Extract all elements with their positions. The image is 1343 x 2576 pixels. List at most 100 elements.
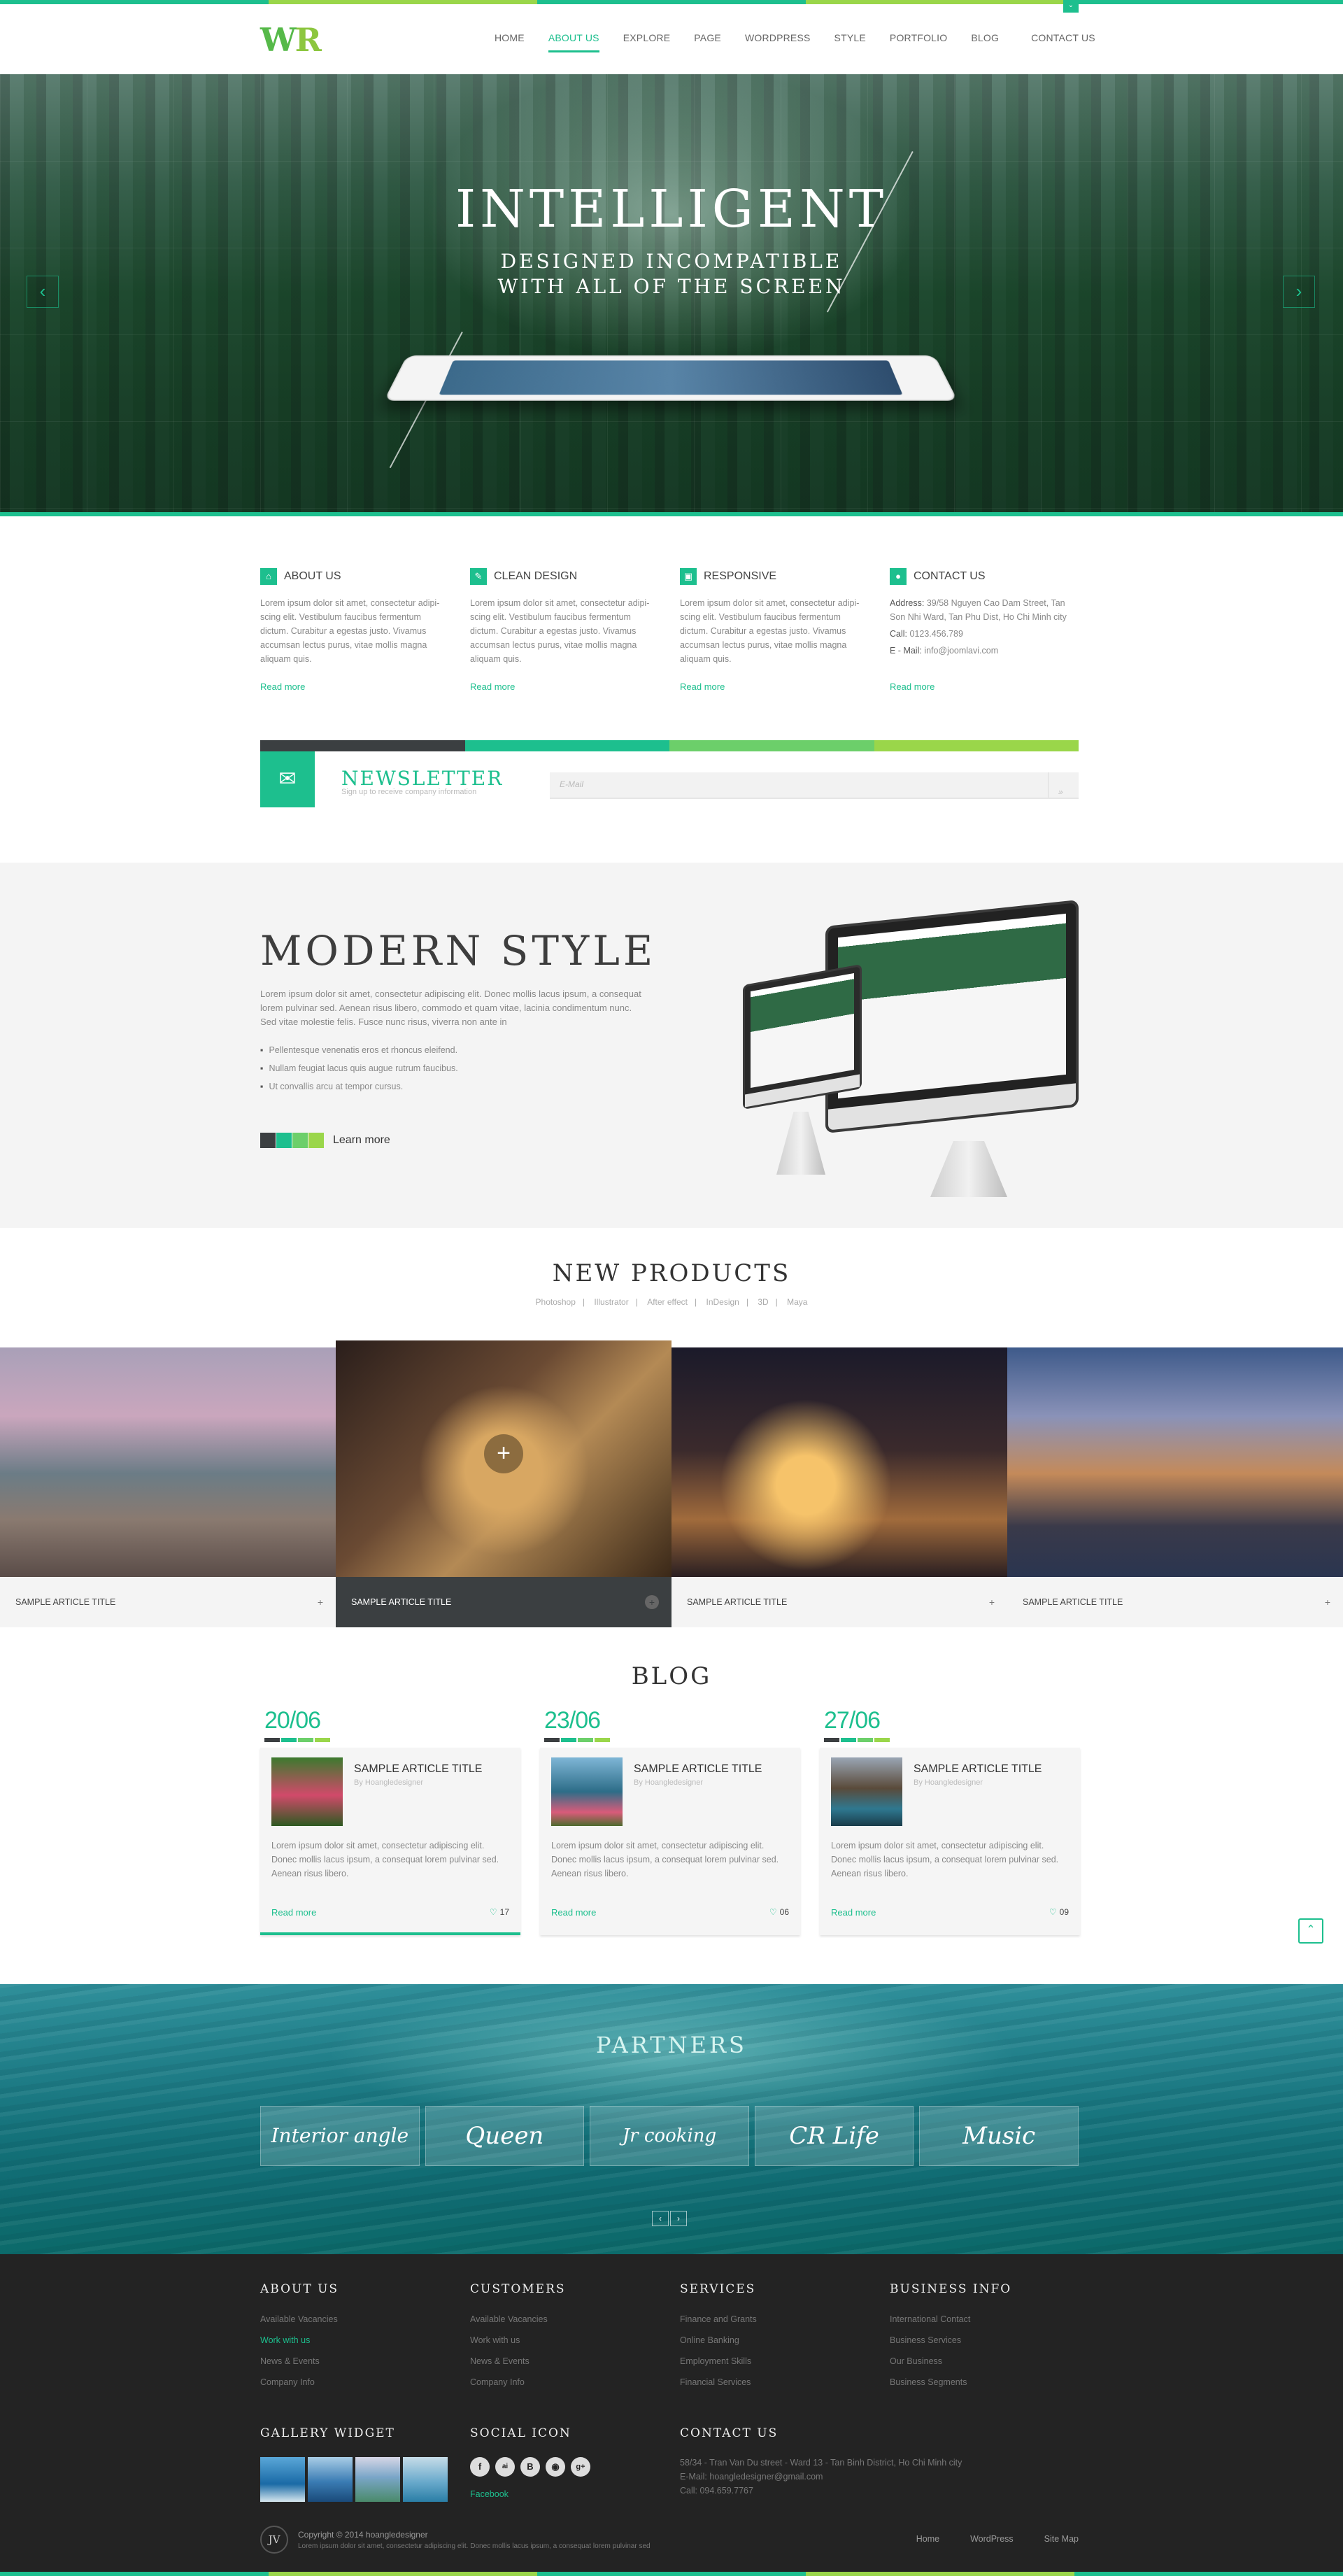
footer-link[interactable]: Online Banking [680,2330,757,2351]
footer-heading: ABOUT US [260,2282,339,2296]
header-toggle-icon[interactable]: ⌄ [1063,0,1079,13]
like-count[interactable]: ♡ 06 [769,1907,789,1917]
plus-icon[interactable]: + [989,1577,995,1627]
read-more-link[interactable]: Read more [890,681,935,692]
footer-link-home[interactable]: Home [916,2534,939,2544]
contact-address: Address: 39/58 Nguyen Cao Dam Street, Ta… [890,598,1067,622]
main-nav: HOME ABOUT US EXPLORE PAGE WORDPRESS STY… [483,32,1107,52]
partner-logo[interactable]: Interior angle [260,2106,420,2166]
modern-text: Lorem ipsum dolor sit amet, consectetur … [260,989,641,1027]
post-thumbnail[interactable] [831,1757,902,1826]
footer-link[interactable]: Available Vacancies [470,2309,566,2330]
nav-portfolio[interactable]: PORTFOLIO [878,32,959,43]
footer-link[interactable]: Available Vacancies [260,2309,339,2330]
post-title[interactable]: SAMPLE ARTICLE TITLE [634,1763,762,1776]
partner-logo[interactable]: Queen [425,2106,585,2166]
filter-after-effect[interactable]: After effect [647,1297,688,1307]
nav-explore[interactable]: EXPLORE [611,32,683,43]
ai-icon[interactable]: ai [495,2457,515,2477]
footer-link[interactable]: Work with us [260,2330,339,2351]
logo[interactable]: WR [260,21,322,59]
nav-wordpress[interactable]: WORDPRESS [733,32,823,43]
post-thumbnail[interactable] [551,1757,623,1826]
learn-more-button[interactable]: Learn more [260,1133,390,1148]
footer-link[interactable]: Our Business [890,2351,1011,2372]
footer-link-sitemap[interactable]: Site Map [1044,2534,1079,2544]
partner-logo[interactable]: Jr cooking [590,2106,749,2166]
zoom-plus-icon[interactable]: + [484,1434,523,1473]
gallery-thumbnail[interactable] [308,2457,353,2502]
plus-icon[interactable]: + [318,1577,323,1627]
gallery-thumbnail[interactable] [260,2457,305,2502]
filter-3d[interactable]: 3D [758,1297,768,1307]
product-title: SAMPLE ARTICLE TITLE [687,1597,788,1607]
slider-next-button[interactable]: › [1283,276,1315,308]
footer-link[interactable]: Business Services [890,2330,1011,2351]
nav-page[interactable]: PAGE [682,32,733,43]
partner-logo[interactable]: CR Life [754,2106,914,2166]
blogger-icon[interactable]: B [520,2457,540,2477]
partners-next-button[interactable]: › [670,2211,687,2226]
footer-link[interactable]: News & Events [260,2351,339,2372]
feature-contact-us: ● CONTACT US Address: 39/58 Nguyen Cao Da… [890,568,1072,692]
product-card[interactable]: SAMPLE ARTICLE TITLE + [0,1347,336,1627]
nav-home[interactable]: HOME [483,32,537,43]
footer-link[interactable]: News & Events [470,2351,566,2372]
footer-link[interactable]: Company Info [260,2372,339,2393]
footer-link-wordpress[interactable]: WordPress [970,2534,1014,2544]
gallery-thumbnail[interactable] [355,2457,400,2502]
post-thumbnail[interactable] [271,1757,343,1826]
product-card[interactable]: + SAMPLE ARTICLE TITLE + [336,1340,672,1627]
facebook-icon[interactable]: f [470,2457,490,2477]
back-to-top-button[interactable]: ⌃ [1298,1918,1323,1944]
footer-link[interactable]: Employment Skills [680,2351,757,2372]
like-count[interactable]: ♡ 17 [490,1907,509,1917]
product-image [1007,1347,1343,1577]
partners-section: PARTNERS Interior angle Queen Jr cooking… [0,1984,1343,2254]
newsletter-submit-button[interactable]: » [1048,772,1079,798]
filter-maya[interactable]: Maya [787,1297,807,1307]
plus-icon[interactable]: + [1325,1577,1330,1627]
slider-prev-button[interactable]: ‹ [27,276,59,308]
read-more-link[interactable]: Read more [680,681,725,692]
post-title[interactable]: SAMPLE ARTICLE TITLE [354,1763,482,1776]
filter-illustrator[interactable]: Illustrator [594,1297,628,1307]
filter-indesign[interactable]: InDesign [706,1297,739,1307]
footer-link[interactable]: Work with us [470,2330,566,2351]
footer-heading: CONTACT US [680,2426,779,2440]
nav-blog[interactable]: BLOG [959,32,1011,43]
nav-style[interactable]: STYLE [823,32,878,43]
footer-link[interactable]: Company Info [470,2372,566,2393]
like-count[interactable]: ♡ 09 [1049,1907,1069,1917]
heart-icon: ♡ [489,1907,497,1917]
read-more-link[interactable]: Read more [551,1907,596,1918]
social-label[interactable]: Facebook [470,2489,590,2499]
filter-photoshop[interactable]: Photoshop [536,1297,576,1307]
hero-subtitle: DESIGNED INCOMPATIBLE WITH ALL OF THE SC… [0,249,1343,299]
product-card[interactable]: SAMPLE ARTICLE TITLE + [672,1347,1007,1627]
contact-call: Call: 0123.456.789 [890,629,963,639]
product-card[interactable]: SAMPLE ARTICLE TITLE + [1007,1347,1343,1627]
footer-link[interactable]: International Contact [890,2309,1011,2330]
instagram-icon[interactable]: ◉ [546,2457,565,2477]
gallery-thumbnail[interactable] [403,2457,448,2502]
partners-prev-button[interactable]: ‹ [652,2211,669,2226]
google-plus-icon[interactable]: g+ [571,2457,590,2477]
plus-icon[interactable]: + [645,1595,659,1609]
partner-logo[interactable]: Music [919,2106,1079,2166]
read-more-link[interactable]: Read more [271,1907,316,1918]
post-date: 23/06 [544,1707,601,1734]
footer-link[interactable]: Financial Services [680,2372,757,2393]
read-more-link[interactable]: Read more [470,681,515,692]
post-date: 27/06 [824,1707,881,1734]
arrow-up-icon: ⌃ [1306,1924,1316,1936]
nav-about-us[interactable]: ABOUT US [537,32,611,52]
footer-link[interactable]: Business Segments [890,2372,1011,2393]
read-more-link[interactable]: Read more [831,1907,876,1918]
nav-contact-us[interactable]: CONTACT US [1019,32,1107,43]
footer-link[interactable]: Finance and Grants [680,2309,757,2330]
newsletter-email-input[interactable]: E-Mail » [550,772,1079,799]
read-more-link[interactable]: Read more [260,681,305,692]
post-excerpt: Lorem ipsum dolor sit amet, consectetur … [271,1841,499,1878]
post-title[interactable]: SAMPLE ARTICLE TITLE [914,1763,1042,1776]
